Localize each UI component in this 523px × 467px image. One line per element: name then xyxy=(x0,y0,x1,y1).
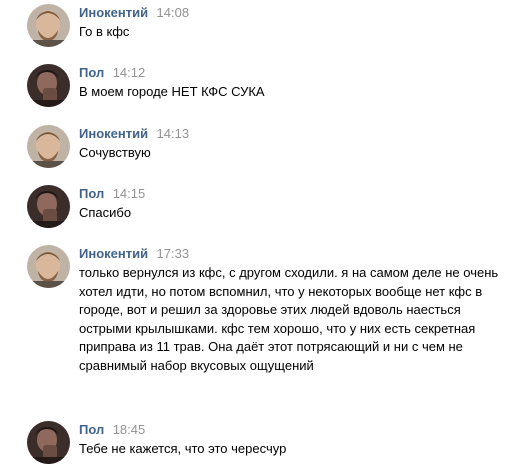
author-name[interactable]: Инокентий xyxy=(79,246,148,261)
message-text: только вернулся из кфс, с другом сходили… xyxy=(79,265,499,373)
author-name[interactable]: Пол xyxy=(79,422,104,437)
message-header: Пол 18:45 xyxy=(79,421,145,439)
avatar[interactable] xyxy=(27,185,70,228)
avatar[interactable] xyxy=(27,64,70,107)
message-text: Сочувствую xyxy=(79,145,151,160)
author-name[interactable]: Инокентий xyxy=(79,126,148,141)
message-text: Го в кфс xyxy=(79,24,130,39)
avatar[interactable] xyxy=(27,421,70,464)
avatar[interactable] xyxy=(27,125,70,168)
avatar-pol-icon xyxy=(27,421,70,464)
message-time[interactable]: 14:08 xyxy=(157,5,190,20)
message-time[interactable]: 17:33 xyxy=(157,246,190,261)
author-name[interactable]: Пол xyxy=(79,65,104,80)
message-header: Пол 14:12 xyxy=(79,64,145,82)
avatar[interactable] xyxy=(27,245,70,288)
message-header: Инокентий 17:33 xyxy=(79,245,189,263)
message-time[interactable]: 14:15 xyxy=(113,186,146,201)
avatar-innokentiy-icon xyxy=(27,4,70,47)
author-name[interactable]: Инокентий xyxy=(79,5,148,20)
message-time[interactable]: 18:45 xyxy=(113,422,146,437)
message-header: Пол 14:15 xyxy=(79,185,145,203)
avatar-pol-icon xyxy=(27,64,70,107)
message-text: В моем городе НЕТ КФС СУКА xyxy=(79,84,265,99)
avatar-pol-icon xyxy=(27,185,70,228)
message-text: Тебе не кажется, что это чересчур xyxy=(79,441,287,456)
message-text: Спасибо xyxy=(79,205,132,220)
avatar[interactable] xyxy=(27,4,70,47)
message-header: Инокентий 14:08 xyxy=(79,4,189,22)
message-time[interactable]: 14:12 xyxy=(113,65,146,80)
avatar-innokentiy-icon xyxy=(27,125,70,168)
avatar-innokentiy-icon xyxy=(27,245,70,288)
author-name[interactable]: Пол xyxy=(79,186,104,201)
message-time[interactable]: 14:13 xyxy=(157,126,190,141)
message-header: Инокентий 14:13 xyxy=(79,125,189,143)
